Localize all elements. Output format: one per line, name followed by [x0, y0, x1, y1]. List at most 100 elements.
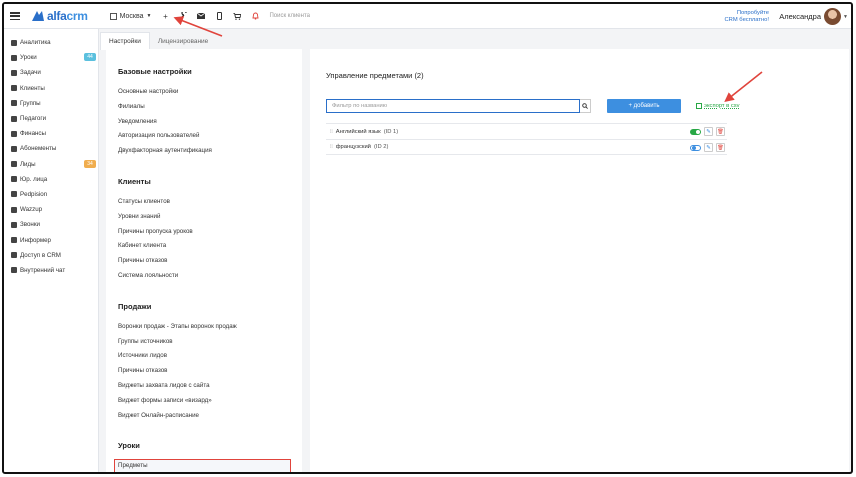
settings-link[interactable]: Уведомления — [118, 115, 302, 130]
sidebar-item[interactable]: Аналитика — [4, 35, 98, 50]
tab-licensing[interactable]: Лицензирование — [150, 32, 216, 50]
drag-handle-icon[interactable]: ⁞⁞ — [330, 144, 333, 150]
settings-link[interactable]: Уровни знаний — [118, 210, 302, 225]
chevron-down-icon: ▼ — [146, 13, 152, 19]
trash-icon[interactable]: 🗑 — [716, 127, 725, 136]
edit-icon[interactable]: ✎ — [704, 127, 713, 136]
sidebar-item-label: Внутренний чат — [20, 266, 66, 274]
settings-link[interactable]: Двухфакторная аутентификация — [118, 144, 302, 159]
plus-icon[interactable]: + — [161, 12, 169, 21]
subject-id: (ID 2) — [373, 144, 389, 150]
sidebar-item[interactable]: Звонки — [4, 217, 98, 232]
promo-line-2: CRM бесплатно! — [724, 17, 770, 23]
tasks-icon — [11, 69, 17, 76]
mail-icon[interactable] — [197, 12, 206, 21]
subject-name: Английский язык — [335, 128, 381, 135]
filter-input[interactable]: Фильтр по названию — [326, 99, 580, 113]
settings-link[interactable]: Виджеты захвата лидов с сайта — [118, 379, 302, 394]
sidebar-item[interactable]: Внутренний чат — [4, 263, 98, 278]
client-search-input[interactable]: Поиск клиента — [269, 13, 310, 19]
sidebar-item-label: Информер — [20, 236, 51, 244]
sidebar-item[interactable]: Pedpision — [4, 187, 98, 202]
settings-link[interactable]: Источники лидов — [118, 349, 302, 364]
settings-link[interactable]: Причины отказов — [118, 254, 302, 269]
sidebar-item[interactable]: Финансы — [4, 126, 98, 141]
sidebar-item[interactable]: Информер — [4, 232, 98, 247]
export-csv-link[interactable]: экспорт в csv — [696, 103, 740, 109]
active-toggle[interactable] — [690, 144, 701, 151]
sidebar-item-label: Доступ в CRM — [20, 251, 61, 259]
avatar[interactable] — [824, 8, 841, 25]
user-name[interactable]: Александра — [779, 12, 821, 21]
informer-icon — [11, 237, 17, 244]
building-icon — [109, 12, 117, 20]
lessons-icon — [11, 54, 17, 61]
sidebar-item[interactable]: Лиды 34 — [4, 157, 98, 172]
settings-link[interactable]: Виджет Онлайн-расписание — [118, 409, 302, 424]
row-actions: ✎ 🗑 — [690, 143, 725, 152]
teacher-icon — [11, 115, 17, 122]
sidebar-item-label: Финансы — [20, 130, 46, 138]
bell-icon[interactable] — [251, 12, 259, 21]
export-csv-label: экспорт в csv — [704, 103, 740, 109]
filter-row: Фильтр по названию + добавить экспорт в … — [326, 99, 833, 113]
wrench-icon[interactable] — [179, 12, 188, 21]
edit-icon[interactable]: ✎ — [704, 143, 713, 152]
lock-icon — [11, 252, 17, 259]
settings-link[interactable]: Система лояльности — [118, 269, 302, 284]
mobile-icon[interactable] — [215, 12, 223, 21]
settings-link[interactable]: Филиалы — [118, 100, 302, 115]
cart-icon[interactable] — [233, 12, 242, 21]
sidebar-item-label: Абонементы — [20, 145, 57, 153]
add-subject-button[interactable]: + добавить — [607, 99, 681, 113]
message-icon — [11, 267, 17, 274]
sidebar-item[interactable]: Юр. лица — [4, 172, 98, 187]
export-icon — [696, 103, 702, 109]
section-title-lessons: Уроки — [118, 441, 140, 451]
section-links-lessons: ПредметыТипы уроков — [114, 459, 302, 472]
sidebar-item[interactable]: Группы — [4, 96, 98, 111]
trash-icon[interactable]: 🗑 — [716, 143, 725, 152]
section-links-clients: Статусы клиентов Уровни знаний Причины про… — [118, 195, 302, 284]
sidebar-item-label: Pedpision — [20, 190, 48, 198]
settings-link[interactable]: Причины пропуска уроков — [118, 225, 302, 240]
sidebar-item-label: Юр. лица — [20, 175, 48, 183]
tab-settings[interactable]: Настройки — [100, 32, 150, 50]
settings-link[interactable]: Воронки продаж - Этапы воронок продаж — [118, 320, 302, 335]
menu-icon[interactable] — [10, 12, 20, 20]
count-badge: 34 — [84, 159, 96, 168]
settings-link[interactable]: Статусы клиентов — [118, 195, 302, 210]
settings-link[interactable]: Группы источников — [118, 335, 302, 350]
table-row: ⁞⁞ французский (ID 2) ✎ 🗑 — [326, 139, 727, 155]
sidebar-item-label: Задачи — [20, 69, 41, 77]
branch-selector[interactable]: Москва ▼ — [109, 12, 152, 20]
sidebar-item[interactable]: Доступ в CRM — [4, 248, 98, 263]
settings-link[interactable]: Причины отказов — [118, 364, 302, 379]
search-button[interactable] — [580, 99, 591, 113]
leads-icon — [11, 161, 17, 168]
promo-link[interactable]: Попробуйте CRM бесплатно! — [725, 10, 770, 24]
sidebar-item-label: Звонки — [20, 221, 40, 229]
logo[interactable]: alfa crm — [32, 9, 88, 23]
logo-suffix: crm — [66, 9, 88, 23]
settings-link[interactable]: Кабинет клиента — [118, 239, 302, 254]
sidebar-item[interactable]: Задачи — [4, 65, 98, 80]
drag-handle-icon[interactable]: ⁞⁞ — [330, 129, 333, 135]
subjects-panel: Управление предметами (2) Фильтр по назв… — [310, 49, 849, 472]
search-icon — [582, 103, 588, 109]
sidebar-item[interactable]: Абонементы — [4, 141, 98, 156]
settings-link[interactable]: Авторизация пользователей — [118, 129, 302, 144]
chevron-down-icon[interactable]: ▼ — [843, 14, 848, 20]
count-badge: 44 — [84, 53, 96, 62]
sidebar: Аналитика Уроки 44 Задачи Клиенты Группы Педаг… — [4, 29, 99, 472]
doc-icon — [11, 191, 17, 198]
settings-link[interactable]: Предметы — [114, 459, 291, 472]
top-bar: alfa crm Москва ▼ + Поиск клиента Попробу… — [4, 4, 851, 29]
sidebar-item[interactable]: Уроки 44 — [4, 50, 98, 65]
active-toggle[interactable] — [690, 128, 701, 135]
sidebar-item[interactable]: Wazzup — [4, 202, 98, 217]
settings-link[interactable]: Основные настройки — [118, 85, 302, 100]
settings-link[interactable]: Виджет формы записи «визард» — [118, 394, 302, 409]
sidebar-item[interactable]: Педагоги — [4, 111, 98, 126]
sidebar-item[interactable]: Клиенты — [4, 81, 98, 96]
